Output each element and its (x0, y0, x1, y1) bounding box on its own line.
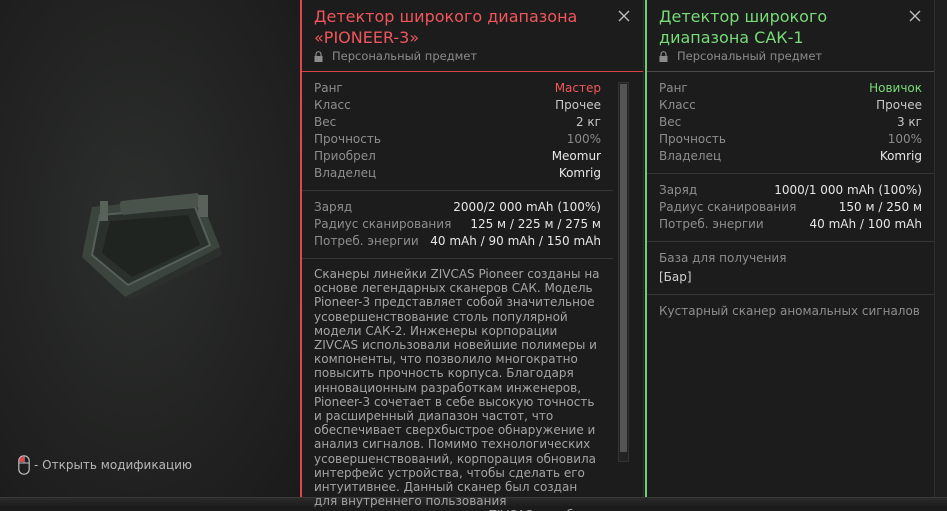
stats-general: Ранг Мастер Класс Прочее Вес 2 кг Прочность… (302, 72, 613, 191)
stat-row: Прочность 100% (314, 131, 601, 148)
stat-key: Владелец (659, 149, 722, 163)
stat-row: Вес 3 кг (659, 114, 922, 131)
item-description: Сканеры линейки ZIVCAS Pioneer созданы н… (314, 267, 600, 511)
stat-value: Komrig (879, 149, 922, 163)
scanner-device-image (82, 193, 222, 300)
stat-value: 100% (887, 132, 922, 146)
mouse-icon (18, 455, 30, 475)
item-tooltip-sak1: Детектор широкого диапазона САК-1 Персон… (645, 0, 935, 497)
base-value: [Бар] (659, 270, 692, 284)
item-tooltip-pioneer: Детектор широкого диапазона «PIONEER-3» … (300, 0, 644, 511)
stat-value: Komrig (558, 166, 601, 180)
close-icon[interactable] (617, 9, 631, 23)
stat-row: Ранг Новичок (659, 80, 922, 97)
stat-value-rank: Новичок (869, 81, 922, 95)
stat-value-rank: Мастер (554, 81, 601, 95)
stat-key: Радиус сканирования (659, 200, 797, 214)
stat-row: Радиус сканирования 125 м / 225 м / 275 м (314, 216, 601, 233)
stat-value: 3 кг (896, 115, 922, 129)
stat-row: Класс Прочее (314, 97, 601, 114)
stat-key: Прочность (314, 132, 381, 146)
stat-row: Класс Прочее (659, 97, 922, 114)
base-label: База для получения (659, 251, 787, 265)
stat-row: Потреб. энергии 40 mAh / 90 mAh / 150 mAh (314, 233, 601, 250)
stat-row: Заряд 2000/2 000 mAh (100%) (314, 199, 601, 216)
personal-item-label: Персональный предмет (332, 49, 478, 63)
stat-row: Прочность 100% (659, 131, 922, 148)
lock-icon (314, 50, 323, 62)
stat-key: Класс (314, 98, 351, 112)
personal-item-tag: Персональный предмет (314, 49, 477, 63)
item-3d-viewport[interactable]: - Открыть модификацию (0, 0, 300, 507)
stat-key: Прочность (659, 132, 726, 146)
tooltip-header: Детектор широкого диапазона «PIONEER-3» … (302, 0, 643, 72)
stat-value: 100% (566, 132, 601, 146)
stat-row: Потреб. энергии 40 mAh / 100 mAh (659, 216, 922, 233)
scrollbar-thumb[interactable] (620, 84, 627, 452)
stat-row: Ранг Мастер (314, 80, 601, 97)
stat-key: Потреб. энергии (659, 217, 764, 231)
stat-row: Радиус сканирования 150 м / 250 м (659, 199, 922, 216)
stat-value: Прочее (876, 98, 922, 112)
lock-icon (659, 50, 668, 62)
stat-key: Класс (659, 98, 696, 112)
stat-key: Вес (314, 115, 337, 129)
stat-key: Вес (659, 115, 682, 129)
stat-row: Приобрел Meomur (314, 148, 601, 165)
stat-value: 2000/2 000 mAh (100%) (453, 200, 601, 214)
personal-item-tag: Персональный предмет (659, 49, 822, 63)
stats-scanner: Заряд 1000/1 000 mAh (100%) Радиус сканир… (647, 174, 934, 242)
stat-value: 40 mAh / 90 mAh / 150 mAh (430, 234, 601, 248)
stat-key: Заряд (314, 200, 353, 214)
stats-scanner: Заряд 2000/2 000 mAh (100%) Радиус сканир… (302, 191, 613, 259)
tooltip-body: Ранг Новичок Класс Прочее Вес 3 кг Прочност… (647, 72, 934, 328)
scrollbar[interactable] (618, 82, 629, 462)
tooltip-body: Ранг Мастер Класс Прочее Вес 2 кг Прочность… (302, 72, 643, 511)
stat-key: Приобрел (314, 149, 376, 163)
item-note: Кустарный сканер аномальных сигналов (659, 304, 920, 318)
tooltip-header: Детектор широкого диапазона САК-1 Персон… (647, 0, 934, 72)
item-title: Детектор широкого диапазона «PIONEER-3» (314, 7, 578, 47)
stat-row: Заряд 1000/1 000 mAh (100%) (659, 182, 922, 199)
stat-key: Владелец (314, 166, 377, 180)
stat-key: Ранг (314, 81, 343, 95)
stat-value: 2 кг (575, 115, 601, 129)
stat-key: Заряд (659, 183, 698, 197)
stat-value: 150 м / 250 м (838, 200, 922, 214)
stats-general: Ранг Новичок Класс Прочее Вес 3 кг Прочност… (647, 72, 934, 174)
item-title: Детектор широкого диапазона САК-1 (659, 7, 828, 47)
stat-key: Потреб. энергии (314, 234, 419, 248)
item-note-section: Кустарный сканер аномальных сигналов (647, 295, 934, 328)
open-modification-text: - Открыть модификацию (34, 458, 193, 472)
stat-key: Ранг (659, 81, 688, 95)
stat-key: Радиус сканирования (314, 217, 452, 231)
stat-value: 40 mAh / 100 mAh (809, 217, 922, 231)
stat-row: Владелец Komrig (659, 148, 922, 165)
personal-item-label: Персональный предмет (677, 49, 823, 63)
stat-row: Вес 2 кг (314, 114, 601, 131)
acquisition-base: База для получения [Бар] (647, 242, 934, 295)
stat-value: 125 м / 225 м / 275 м (470, 217, 601, 231)
stat-row: Владелец Komrig (314, 165, 601, 182)
close-icon[interactable] (908, 9, 922, 23)
open-modification-hint: - Открыть модификацию (18, 455, 192, 475)
stat-value: Прочее (555, 98, 601, 112)
stat-value: Meomur (551, 149, 601, 163)
stat-value: 1000/1 000 mAh (100%) (774, 183, 922, 197)
